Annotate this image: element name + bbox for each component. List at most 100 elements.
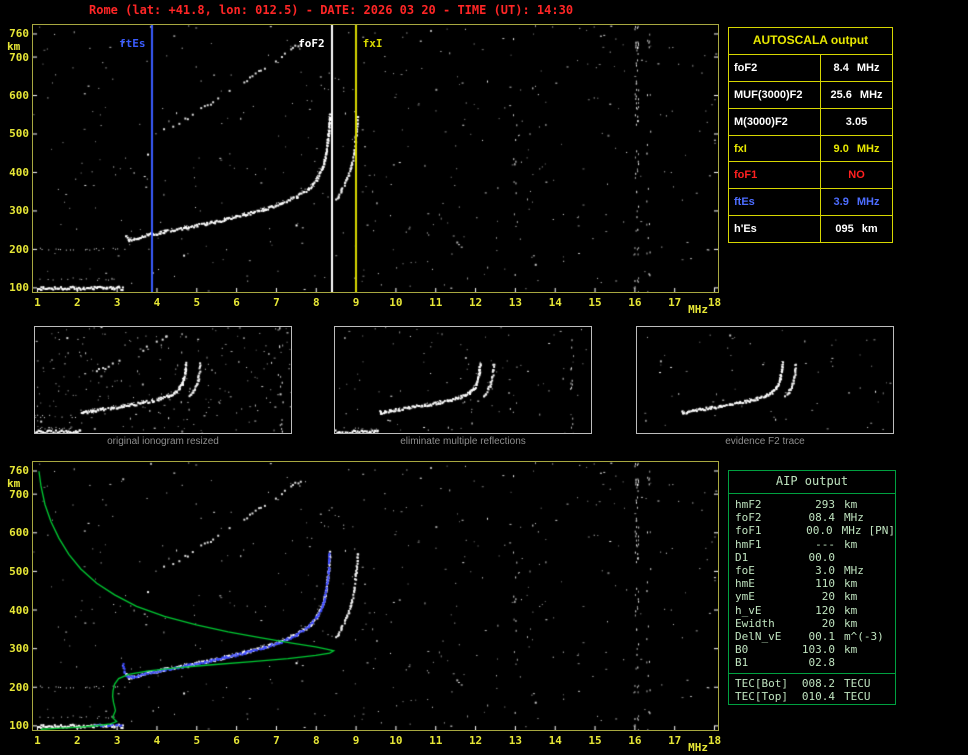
thumb-evidence-f2-trace-canvas: [637, 327, 893, 433]
x-tick-label: 3: [113, 296, 121, 309]
aip-row-unit: km: [844, 603, 858, 617]
thumb-evidence-f2-trace: [636, 326, 894, 434]
autoscala-value-unit: km: [861, 223, 878, 236]
autoscala-value-unit: MHz: [856, 61, 880, 74]
autoscala-row-label: foF1: [729, 162, 821, 189]
y-tick-label: 300: [9, 204, 29, 218]
aip-output-table: AIP output hmF2 293 km foF2 08.4 MHz foF1 00.0 M…: [728, 470, 896, 705]
aip-row: B1 02.8: [735, 656, 895, 669]
aip-row: D1 00.0: [735, 551, 895, 564]
x-tick-label: 8: [312, 296, 320, 309]
x-tick-label: 1: [34, 296, 41, 309]
autoscala-row-value: NO: [821, 162, 892, 188]
autoscala-row: M(3000)F2 3.05: [729, 108, 892, 136]
autoscala-value-number: 3.9: [833, 196, 849, 209]
y-tick-label: 500: [9, 564, 29, 578]
thumb-caption-original: original ionogram resized: [107, 436, 219, 447]
aip-row-unit: TECU: [844, 676, 871, 690]
y-axis-unit-label: km: [7, 40, 21, 54]
x-tick-label: 12: [468, 734, 483, 747]
aip-row-value: 20: [821, 616, 835, 630]
autoscala-value-number: 8.4: [833, 61, 849, 74]
x-tick-label: 3: [113, 734, 121, 747]
aip-row-label: foE: [735, 564, 755, 578]
autoscala-row: h'Es 095 km: [729, 216, 892, 243]
x-tick-label: 17: [668, 296, 682, 309]
y-tick-label: 200: [9, 242, 29, 256]
aip-row-label: hmF2: [735, 498, 762, 511]
aip-row-unit: km: [844, 537, 858, 551]
x-tick-label: 6: [233, 734, 240, 747]
x-tick-label: 7: [273, 734, 280, 747]
x-tick-label: 9: [352, 296, 360, 309]
y-tick-label: 300: [9, 642, 29, 656]
aip-row: DelN_vE 00.1 m^(-3): [735, 630, 895, 643]
aip-row: h_vE 120 km: [735, 604, 895, 617]
thumb-caption-eliminate: eliminate multiple reflections: [400, 436, 526, 447]
autoscala-value-number: 095: [835, 223, 854, 236]
autoscala-value-number: 3.05: [845, 115, 868, 128]
x-tick-label: 7: [273, 296, 280, 309]
aip-row-value: 20: [821, 590, 835, 604]
x-tick-label: 2: [73, 734, 81, 747]
aip-tec-rows: TEC[Bot] 008.2 TECU TEC[Top] 010.4 TECU: [729, 672, 895, 703]
aip-row-label: D1: [735, 550, 749, 564]
aip-row-note: [PN]: [868, 524, 896, 538]
x-tick-label: 15: [588, 734, 602, 747]
autoscala-row: foF1 NO: [729, 162, 892, 190]
x-tick-label: 1: [34, 734, 41, 747]
x-tick-label: 12: [468, 296, 483, 309]
thumb-original-ionogram-canvas: [35, 327, 291, 433]
y-tick-label: 760: [9, 27, 29, 41]
aip-row-label: B0: [735, 643, 749, 657]
autoscala-row: ftEs 3.9 MHz: [729, 189, 892, 217]
aip-row-unit: km: [844, 643, 858, 657]
thumb-multiple-reflections-removed-canvas: [335, 327, 591, 433]
autoscala-row-label: M(3000)F2: [729, 108, 821, 135]
marker-label-fof2: foF2: [298, 37, 325, 50]
aip-row-label: h_vE: [735, 603, 762, 617]
aip-row-unit: MHz: [844, 511, 864, 525]
aip-row-value: 3.0: [815, 564, 835, 578]
autoscala-row-label: ftEs: [729, 189, 821, 216]
x-tick-label: 5: [193, 734, 201, 747]
x-tick-label: 4: [153, 734, 161, 747]
aip-row-value: 00.0: [808, 550, 836, 564]
aip-row: Ewidth 20 km: [735, 617, 895, 630]
marker-label-ftes: ftEs: [118, 37, 146, 50]
aip-row: B0 103.0 km: [735, 643, 895, 656]
autoscala-row-label: MUF(3000)F2: [729, 81, 821, 108]
autoscala-output-table: AUTOSCALA output foF2 8.4 MHz MUF(3000)F2 25…: [728, 27, 893, 243]
aip-row-label: ymE: [735, 590, 755, 604]
x-axis-unit-label: MHz: [688, 741, 708, 754]
aip-row-value: 00.1: [808, 630, 836, 644]
aip-row: TEC[Bot] 008.2 TECU: [735, 677, 895, 690]
aip-row-value: 120: [815, 603, 835, 617]
aip-row-label: Ewidth: [735, 616, 775, 630]
aip-row: hmE 110 km: [735, 577, 895, 590]
y-tick-label: 400: [9, 603, 29, 617]
aip-row-value: 02.8: [808, 656, 836, 670]
aip-row-unit: km: [844, 577, 858, 591]
aip-row-unit: m^(-3): [844, 630, 884, 644]
y-axis-unit-label: km: [7, 477, 21, 491]
bottom-ionogram-canvas: [33, 462, 718, 730]
x-tick-label: 10: [389, 734, 403, 747]
y-tick-label: 600: [9, 526, 29, 540]
autoscala-value-number: NO: [848, 169, 865, 182]
y-tick-label: 500: [9, 127, 29, 141]
aip-row-label: hmF1: [735, 537, 762, 551]
x-tick-label: 11: [429, 296, 443, 309]
x-tick-label: 9: [352, 734, 360, 747]
thumb-original-ionogram: [34, 326, 292, 434]
autoscala-row-value: 3.9 MHz: [821, 189, 892, 215]
aip-row-unit: km: [844, 590, 858, 604]
aip-row-value: 110: [815, 577, 835, 591]
aip-row-unit: MHz: [844, 564, 864, 578]
top-ionogram-canvas: [33, 25, 718, 292]
x-tick-label: 2: [73, 296, 81, 309]
y-tick-label: 100: [9, 719, 29, 733]
autoscala-value-number: 9.0: [833, 142, 849, 155]
aip-row-value: 010.4: [801, 689, 835, 703]
x-tick-label: 13: [508, 296, 522, 309]
